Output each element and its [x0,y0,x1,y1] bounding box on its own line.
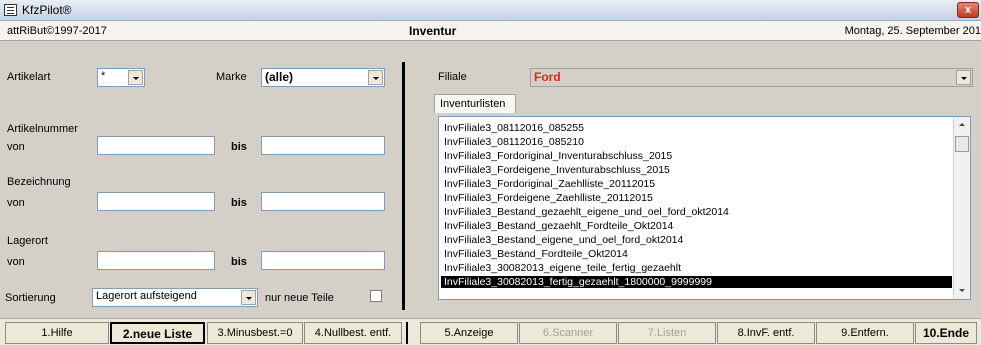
scanner-button[interactable]: 6.Scanner [519,322,617,344]
bezeichnung-bis-input[interactable] [261,192,385,211]
listen-button[interactable]: 7.Listen [618,322,716,344]
panel-divider [402,62,405,310]
marke-value: (alle) [265,70,294,84]
sortierung-label: Sortierung [5,292,56,304]
tab-inventurlisten[interactable]: Inventurlisten [434,94,516,113]
lagerort-label: Lagerort [7,235,48,247]
minusbest-button[interactable]: 3.Minusbest.=0 [207,322,303,344]
lagerort-bis-input[interactable] [261,251,385,270]
page-title: Inventur [409,24,457,38]
artikelnummer-von-input[interactable] [97,136,215,155]
scroll-down-icon[interactable] [954,283,970,299]
list-scrollbar[interactable] [953,117,970,299]
artikelart-value: * [101,70,106,82]
filiale-label: Filiale [438,71,467,83]
marke-select[interactable]: (alle) [261,68,385,87]
filiale-select[interactable]: Ford [530,68,973,87]
chevron-down-icon[interactable] [128,70,143,85]
window-title: KfzPilot® [22,3,72,17]
neue-liste-button[interactable]: 2.neue Liste [110,322,205,344]
info-bar: attRiBut©1997-2017 Inventur Montag, 25. … [0,21,981,41]
list-item[interactable]: InvFiliale3_Bestand_Fordteile_Okt2014 [441,248,952,260]
sortierung-select[interactable]: Lagerort aufsteigend [92,288,258,307]
bezeichnung-von-label: von [7,197,25,209]
artikelart-select[interactable]: * [97,68,145,87]
lagerort-von-input[interactable] [97,251,215,270]
filiale-value: Ford [534,70,561,84]
list-item[interactable]: InvFiliale3_Bestand_gezaehlt_Fordteile_O… [441,220,952,232]
list-item[interactable]: InvFiliale3_08112016_085210 [441,136,952,148]
artikelart-label: Artikelart [7,71,51,83]
bezeichnung-bis-label: bis [231,197,247,209]
marke-label: Marke [216,71,247,83]
list-item[interactable]: InvFiliale3_Fordoriginal_Inventurabschlu… [441,150,952,162]
scroll-thumb[interactable] [955,136,969,152]
artikelnummer-bis-input[interactable] [261,136,385,155]
list-item[interactable]: InvFiliale3_Fordeigene_Zaehlliste_201120… [441,192,952,204]
hilfe-button[interactable]: 1.Hilfe [5,322,109,344]
date-text: Montag, 25. September 201 [844,25,981,37]
lagerort-bis-label: bis [231,256,247,268]
entfern-button[interactable]: 9.Entfern. [816,322,914,344]
copyright-text: attRiBut©1997-2017 [7,25,107,37]
nur-neue-teile-checkbox[interactable] [370,290,382,302]
invf-entf-button[interactable]: 8.InvF. entf. [717,322,815,344]
nullbest-entf-button[interactable]: 4.Nullbest. entf. [304,322,402,344]
ende-button[interactable]: 10.Ende [915,322,977,344]
bezeichnung-von-input[interactable] [97,192,215,211]
chevron-down-icon[interactable] [368,70,383,85]
anzeige-button[interactable]: 5.Anzeige [420,322,518,344]
list-item-selected[interactable]: InvFiliale3_30082013_fertig_gezaehlt_180… [441,276,952,288]
chevron-down-icon[interactable] [956,70,971,85]
list-item[interactable]: InvFiliale3_Fordeigene_Inventurabschluss… [441,164,952,176]
lagerort-von-label: von [7,256,25,268]
bezeichnung-label: Bezeichnung [7,176,71,188]
app-icon [4,4,17,16]
artikelnummer-bis-label: bis [231,141,247,153]
list-item[interactable]: InvFiliale3_Bestand_gezaehlt_eigene_und_… [441,206,952,218]
list-item[interactable]: InvFiliale3_30082013_eigene_teile_fertig… [441,262,952,274]
close-button[interactable]: x [957,2,979,18]
scroll-up-icon[interactable] [954,117,970,133]
list-item[interactable]: InvFiliale3_Fordoriginal_Zaehlliste_2011… [441,178,952,190]
artikelnummer-von-label: von [7,141,25,153]
title-bar: KfzPilot® x [0,0,981,21]
inventurlisten-listbox[interactable]: InvFiliale3_08112016_085255 InvFiliale3_… [438,116,971,300]
artikelnummer-label: Artikelnummer [7,123,78,135]
list-item[interactable]: InvFiliale3_08112016_085255 [441,122,952,134]
list-item[interactable]: InvFiliale3_Bestand_eigene_und_oel_ford_… [441,234,952,246]
chevron-down-icon[interactable] [241,290,256,305]
button-separator [406,322,408,344]
sortierung-value: Lagerort aufsteigend [96,290,197,302]
nur-neue-teile-label: nur neue Teile [265,292,334,304]
